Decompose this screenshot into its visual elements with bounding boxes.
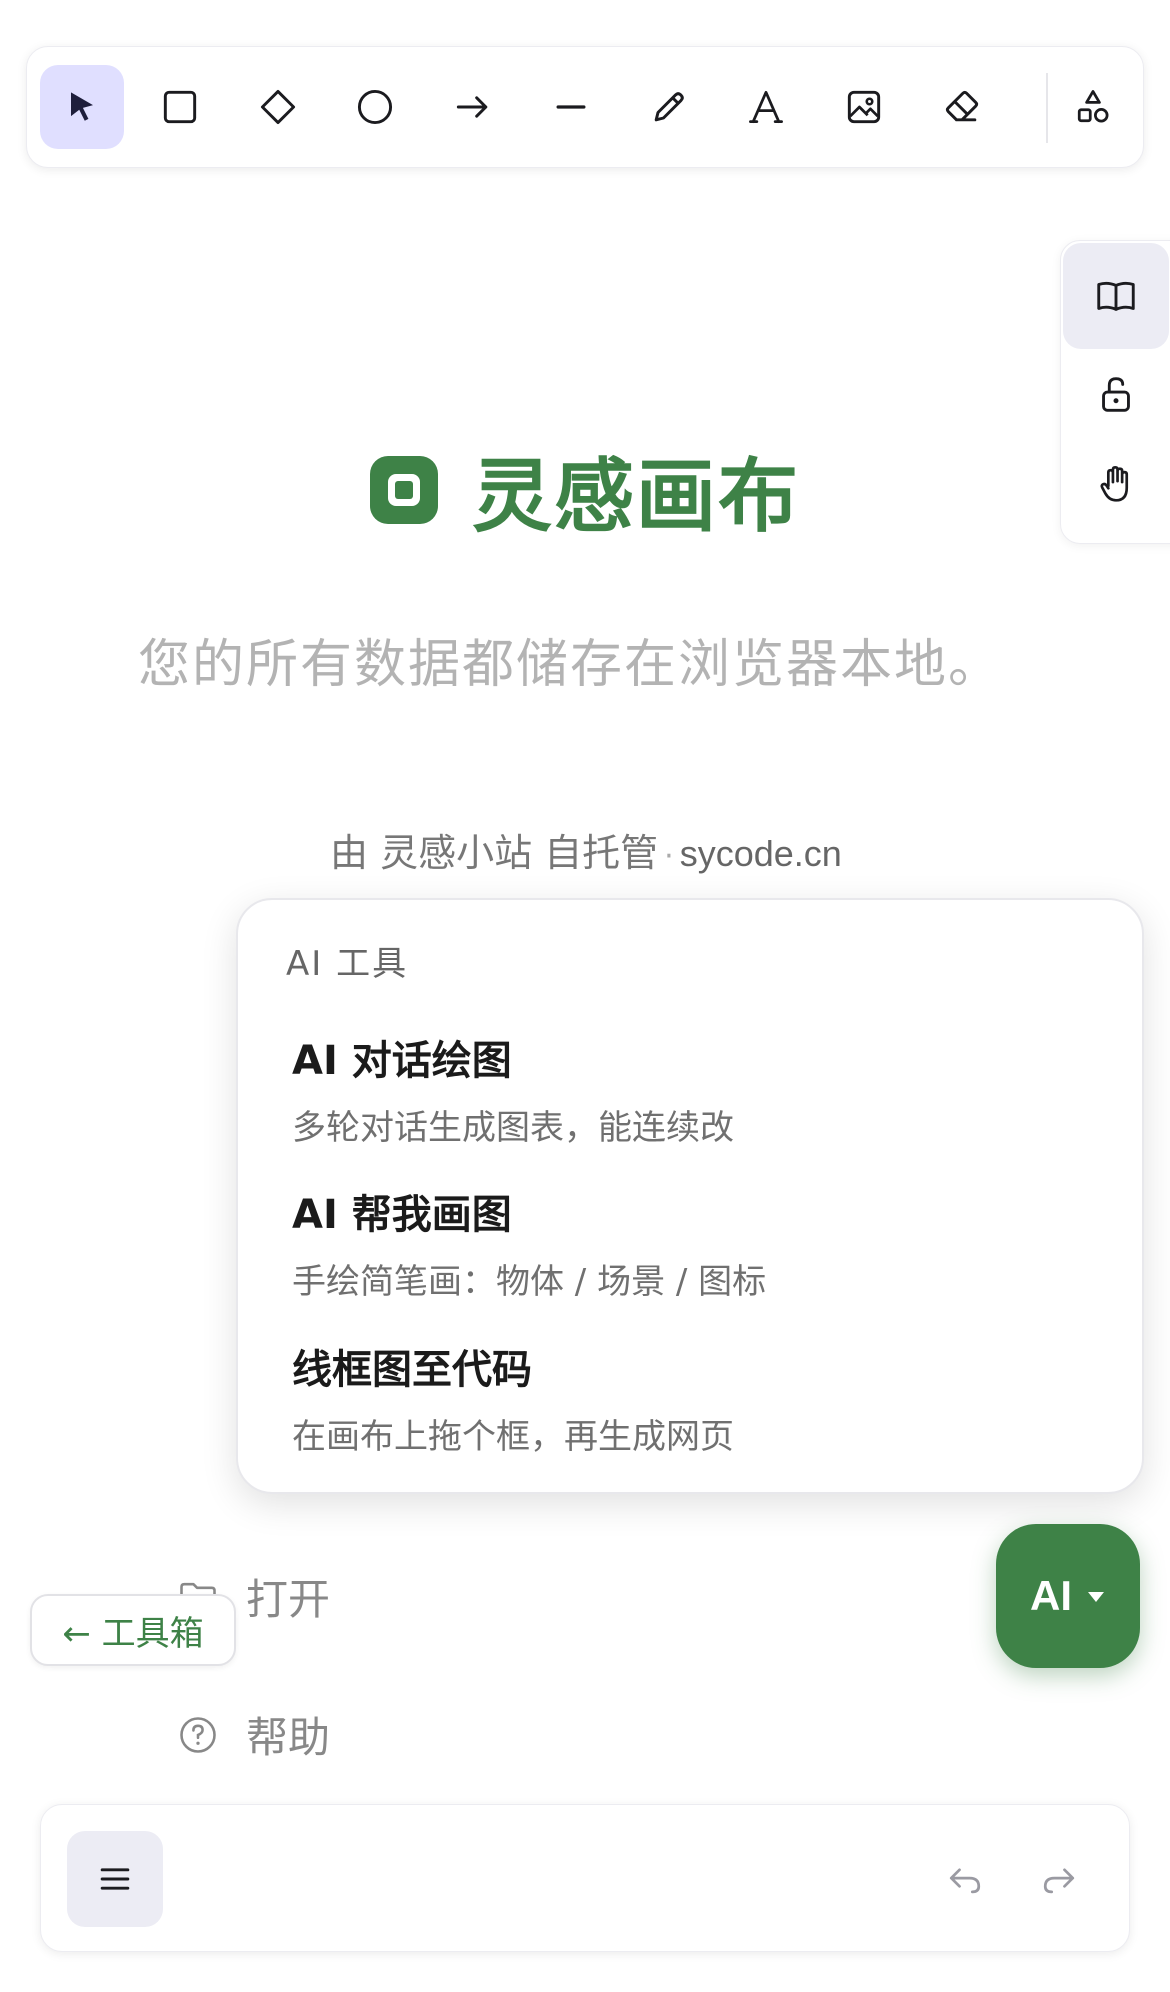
help-label: 帮助 [246,1713,331,1762]
text-icon [749,90,783,124]
caret-down-icon [1088,1592,1104,1602]
shapes-icon [1077,90,1109,123]
bottom-bar [40,1804,1130,1952]
wireframe-to-code-option[interactable]: 线框图至代码 在画布上拖个框，再生成网页 [292,1337,734,1458]
ai-draw-for-me-option[interactable]: AI 帮我画图 手绘简笔画：物体 / 场景 / 图标 [292,1182,766,1303]
main-menu-button[interactable] [67,1831,163,1927]
hand-tool-button[interactable] [1063,431,1169,537]
hamburger-icon [100,1868,130,1890]
hosted-separator: · [664,839,674,874]
ai-tools-popup: AI 工具 AI 对话绘图 多轮对话生成图表，能连续改 AI 帮我画图 手绘简笔… [236,898,1144,1494]
image-tool-button[interactable] [822,65,906,149]
welcome-brand: 灵感画布 [370,440,800,543]
welcome-tagline: 您的所有数据都储存在浏览器本地。 [137,635,1002,695]
unlock-icon [1102,377,1130,412]
line-icon [556,105,586,109]
help-menu-item[interactable]: 帮助 [176,1704,330,1765]
ai-fab-label: AI [1030,1572,1072,1619]
option-desc: 多轮对话生成图表，能连续改 [292,1108,734,1148]
option-title: 线框图至代码 [292,1347,532,1393]
arrow-icon [456,96,488,118]
line-tool-button[interactable] [529,65,613,149]
circle-icon [357,89,393,125]
side-panel [1060,240,1170,544]
option-desc: 手绘简笔画：物体 / 场景 / 图标 [292,1262,767,1302]
app-title: 灵感画布 [472,450,800,543]
undo-button[interactable] [939,1853,991,1905]
app-logo-icon [370,456,438,524]
option-desc: 在画布上拖个框，再生成网页 [292,1417,734,1457]
eraser-icon [945,90,979,122]
text-tool-button[interactable] [724,65,808,149]
toolbar-divider [1046,73,1048,143]
image-icon [847,90,881,124]
redo-icon [1043,1868,1075,1894]
toolbox-button[interactable]: ← 工具箱 [30,1594,236,1666]
hosted-info: 由 灵感小站 自托管 · sycode.cn [330,822,842,877]
ai-fab-button[interactable]: AI [996,1524,1140,1668]
open-label: 打开 [246,1575,331,1624]
option-title: AI 帮我画图 [292,1192,512,1238]
main-toolbar [26,46,1144,168]
library-button[interactable] [1063,243,1169,349]
rectangle-tool-button[interactable] [138,65,222,149]
draw-tool-button[interactable] [627,65,711,149]
arrow-tool-button[interactable] [431,65,515,149]
book-icon [1097,281,1135,311]
ai-chat-draw-option[interactable]: AI 对话绘图 多轮对话生成图表，能连续改 [292,1028,734,1149]
more-shapes-button[interactable] [1051,65,1135,149]
pencil-icon [654,92,684,122]
hand-icon [1100,465,1129,502]
hosted-prefix: 由 灵感小站 自托管 [330,831,659,875]
diamond-tool-button[interactable] [236,65,320,149]
selection-tool-button[interactable] [40,65,124,149]
rectangle-icon [163,90,197,124]
ellipse-tool-button[interactable] [333,65,417,149]
ai-tools-header: AI 工具 [286,944,409,984]
hosted-site-link[interactable]: sycode.cn [680,833,842,874]
option-title: AI 对话绘图 [292,1038,512,1084]
undo-icon [949,1868,981,1894]
redo-button[interactable] [1033,1853,1085,1905]
pointer-icon [71,92,93,121]
diamond-icon [260,89,296,125]
eraser-tool-button[interactable] [920,65,1004,149]
help-icon [180,1716,216,1753]
